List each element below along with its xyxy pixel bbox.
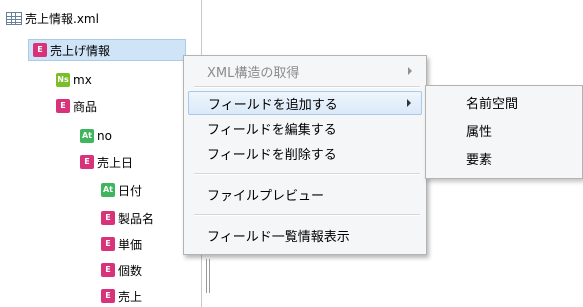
tree-node-label: 売上情報.xml: [25, 11, 99, 26]
submenu-item-element[interactable]: 要素: [430, 146, 578, 170]
menu-item-delete-field[interactable]: フィールドを削除する: [188, 141, 422, 165]
add-field-submenu: 名前空間 属性 要素: [425, 85, 583, 179]
submenu-item-namespace[interactable]: 名前空間: [430, 90, 578, 114]
menu-item-get-xml-structure[interactable]: XML構造の取得: [188, 59, 422, 83]
tree-node-label: 売上げ情報: [50, 43, 111, 58]
tree-node-product-name[interactable]: E 製品名: [101, 208, 154, 228]
element-icon: E: [101, 237, 115, 251]
tree-node-label: 売上: [118, 289, 143, 304]
tree-node-product[interactable]: E 商品: [56, 96, 97, 116]
element-icon: E: [80, 155, 94, 169]
splitter-grip[interactable]: [206, 259, 210, 293]
menu-separator: [194, 214, 420, 216]
xml-tree-panel: 売上情報.xml E 売上げ情報 Ns mx E 商品 At no E 売上日 …: [0, 0, 202, 307]
tree-node-label: no: [97, 129, 112, 143]
tree-node-label: 商品: [73, 99, 98, 114]
element-icon: E: [101, 263, 115, 277]
menu-item-file-preview[interactable]: ファイルプレビュー: [188, 182, 422, 206]
menu-item-field-list-info[interactable]: フィールド一覧情報表示: [188, 223, 422, 247]
table-file-icon: [6, 11, 22, 25]
namespace-icon: Ns: [56, 73, 70, 87]
tree-node-quantity[interactable]: E 個数: [101, 260, 142, 280]
element-icon: E: [33, 43, 47, 57]
tree-node-sales-date[interactable]: E 売上日: [80, 152, 133, 172]
tree-node-label: 個数: [118, 263, 143, 278]
context-menu: XML構造の取得 フィールドを追加する フィールドを編集する フィールドを削除す…: [183, 55, 427, 255]
tree-node-label: 売上日: [97, 155, 134, 170]
element-icon: E: [56, 99, 70, 113]
submenu-item-attribute[interactable]: 属性: [430, 118, 578, 142]
tree-node-no[interactable]: At no: [80, 126, 112, 146]
chevron-right-icon: [407, 99, 411, 107]
element-icon: E: [101, 289, 115, 303]
tree-node-root-file[interactable]: 売上情報.xml: [6, 8, 99, 28]
element-icon: E: [101, 211, 115, 225]
chevron-right-icon: [408, 67, 412, 75]
tree-node-unit-price[interactable]: E 単価: [101, 234, 142, 254]
attribute-icon: At: [101, 183, 115, 197]
tree-node-label: 製品名: [118, 211, 155, 226]
tree-node-mx[interactable]: Ns mx: [56, 70, 92, 90]
menu-item-edit-field[interactable]: フィールドを編集する: [188, 116, 422, 140]
tree-node-label: 日付: [118, 183, 143, 198]
tree-node-sales-info[interactable]: E 売上げ情報: [33, 40, 110, 60]
tree-node-label: 単価: [118, 237, 143, 252]
tree-node-label: mx: [73, 73, 92, 87]
menu-separator: [194, 173, 420, 175]
menu-separator: [194, 86, 420, 88]
tree-node-sales[interactable]: E 売上: [101, 286, 142, 306]
attribute-icon: At: [80, 129, 94, 143]
tree-node-date[interactable]: At 日付: [101, 180, 142, 200]
menu-item-add-field[interactable]: フィールドを追加する: [188, 91, 422, 115]
